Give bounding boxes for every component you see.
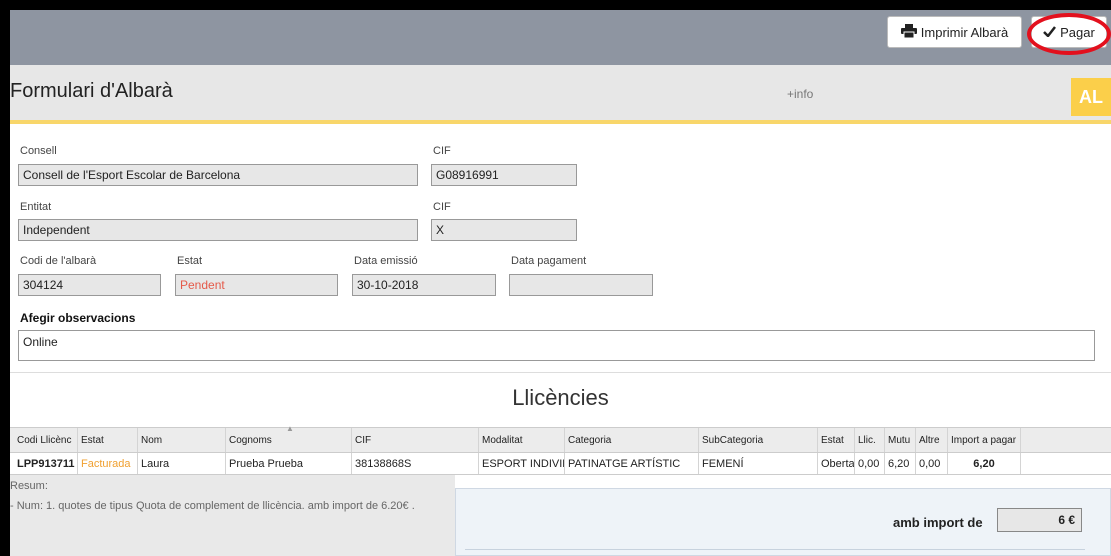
col-header-modalitat[interactable]: Modalitat bbox=[479, 428, 565, 452]
col-header-import[interactable]: Import a pagar bbox=[948, 428, 1021, 452]
col-header-mutua[interactable]: Mutu bbox=[885, 428, 916, 452]
total-amount-field: 6 € bbox=[997, 508, 1082, 532]
section-divider bbox=[10, 372, 1111, 373]
entitat-cif-label: CIF bbox=[433, 201, 451, 213]
col-header-altres[interactable]: Altre bbox=[916, 428, 948, 452]
observations-label: Afegir observacions bbox=[20, 311, 136, 325]
pay-button[interactable]: Pagar bbox=[1031, 16, 1107, 48]
licences-table-header: ▲ Codi Llicènc Estat Nom Cognoms CIF Mod… bbox=[10, 424, 1111, 453]
window-frame-top bbox=[0, 0, 1111, 10]
printer-icon bbox=[900, 23, 917, 41]
cell-estat-llic: Oberta bbox=[818, 453, 855, 474]
albara-badge: AL bbox=[1071, 78, 1111, 116]
cell-llic: 0,00 bbox=[855, 453, 885, 474]
total-panel-divider bbox=[465, 549, 1085, 550]
table-row[interactable]: LPP913711 Facturada Laura Prueba Prueba … bbox=[10, 453, 1111, 475]
col-header-codi[interactable]: Codi Llicènc bbox=[14, 428, 78, 452]
page-header: Formulari d'Albarà +info AL bbox=[10, 65, 1111, 121]
print-albara-button[interactable]: Imprimir Albarà bbox=[887, 16, 1022, 48]
consell-label: Consell bbox=[20, 145, 57, 157]
data-emissio-field[interactable]: 30-10-2018 bbox=[352, 274, 496, 296]
codi-albara-label: Codi de l'albarà bbox=[20, 255, 97, 267]
check-icon bbox=[1043, 25, 1057, 40]
col-header-estat-llic[interactable]: Estat bbox=[818, 428, 855, 452]
summary-label: Resum: bbox=[10, 480, 48, 492]
estat-field[interactable]: Pendent bbox=[175, 274, 338, 296]
entitat-cif-field[interactable]: X bbox=[431, 219, 577, 241]
codi-albara-field[interactable]: 304124 bbox=[18, 274, 161, 296]
col-header-nom[interactable]: Nom bbox=[138, 428, 226, 452]
licences-title: Llicències bbox=[512, 385, 609, 410]
cell-estat: Facturada bbox=[78, 453, 138, 474]
cell-cognoms: Prueba Prueba bbox=[226, 453, 352, 474]
col-header-categoria[interactable]: Categoria bbox=[565, 428, 699, 452]
col-header-cif[interactable]: CIF bbox=[352, 428, 479, 452]
col-header-subcategoria[interactable]: SubCategoria bbox=[699, 428, 818, 452]
data-pagament-field[interactable] bbox=[509, 274, 653, 296]
page-title: Formulari d'Albarà bbox=[10, 80, 173, 102]
observations-input[interactable]: Online bbox=[18, 330, 1095, 361]
pay-label: Pagar bbox=[1060, 24, 1095, 40]
cell-mutua: 6,20 bbox=[885, 453, 916, 474]
total-label: amb import de bbox=[893, 515, 983, 530]
cell-cif: 38138868S bbox=[352, 453, 479, 474]
data-pagament-label: Data pagament bbox=[511, 255, 587, 267]
consell-field[interactable]: Consell de l'Esport Escolar de Barcelona bbox=[18, 164, 418, 186]
entitat-field[interactable]: Independent bbox=[18, 219, 418, 241]
cell-codi: LPP913711 bbox=[14, 453, 78, 474]
entitat-label: Entitat bbox=[20, 201, 52, 213]
summary-text: - Num: 1. quotes de tipus Quota de compl… bbox=[10, 500, 415, 512]
cell-modalitat: ESPORT INDIVIDUAL bbox=[479, 453, 565, 474]
cif-label: CIF bbox=[433, 145, 451, 157]
estat-label: Estat bbox=[177, 255, 203, 267]
print-albara-label: Imprimir Albarà bbox=[920, 24, 1009, 40]
consell-cif-field[interactable]: G08916991 bbox=[431, 164, 577, 186]
data-emissio-label: Data emissió bbox=[354, 255, 418, 267]
cell-categoria: PATINATGE ARTÍSTIC bbox=[565, 453, 699, 474]
cell-subcategoria: FEMENÍ bbox=[699, 453, 818, 474]
cell-import: 6,20 bbox=[948, 453, 1021, 474]
col-header-estat[interactable]: Estat bbox=[78, 428, 138, 452]
window-frame-left bbox=[0, 0, 10, 556]
col-header-llic[interactable]: Llic. bbox=[855, 428, 885, 452]
more-info-link[interactable]: +info bbox=[787, 87, 813, 101]
header-divider bbox=[10, 120, 1111, 124]
summary-panel bbox=[10, 475, 455, 556]
cell-altres: 0,00 bbox=[916, 453, 948, 474]
col-header-cognoms[interactable]: Cognoms bbox=[226, 428, 352, 452]
cell-nom: Laura bbox=[138, 453, 226, 474]
